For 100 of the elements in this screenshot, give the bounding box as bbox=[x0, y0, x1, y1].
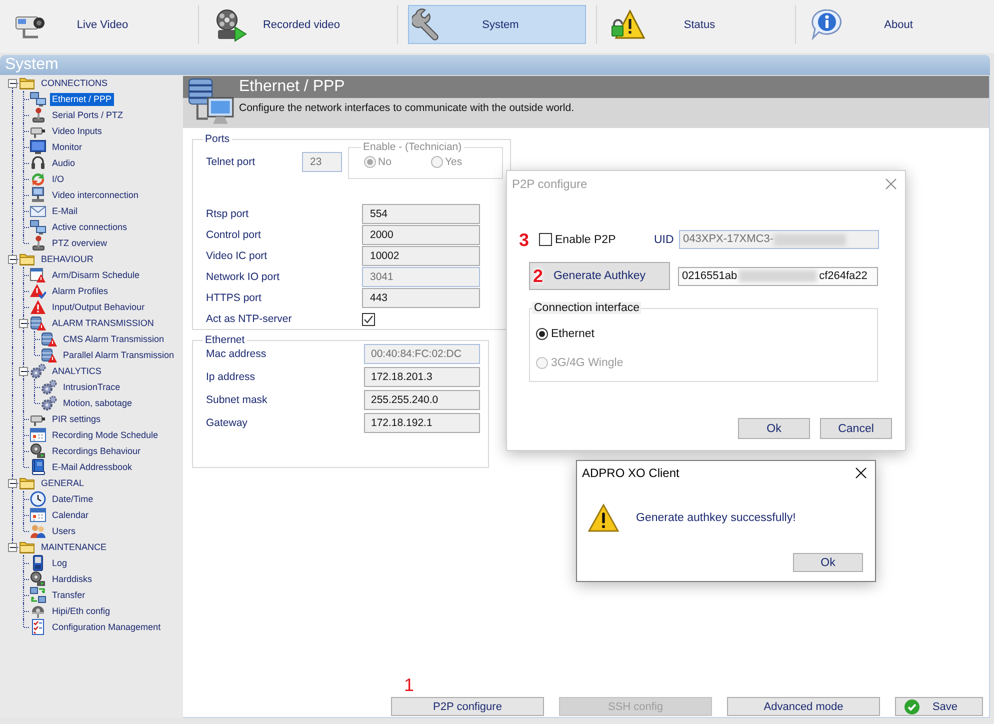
minus-box-icon[interactable] bbox=[8, 79, 17, 88]
sidebar-item[interactable]: I/O bbox=[50, 172, 66, 186]
sidebar-item[interactable]: Video Inputs bbox=[50, 124, 104, 138]
transfer-icon bbox=[30, 587, 46, 603]
sidebar-item[interactable]: Active connections bbox=[50, 220, 130, 234]
authkey-field[interactable]: 0216551ab cf264fa22 bbox=[678, 266, 878, 286]
monitor-icon bbox=[30, 139, 46, 155]
sidebar-group[interactable]: BEHAVIOUR bbox=[39, 252, 96, 266]
minus-box-icon[interactable] bbox=[19, 367, 28, 376]
nav-tab[interactable]: Recorded video bbox=[209, 5, 387, 44]
action-button[interactable]: Advanced mode bbox=[727, 697, 880, 716]
sidebar-item[interactable]: Date/Time bbox=[50, 492, 96, 506]
field-label: Network IO port bbox=[206, 271, 281, 283]
address-field[interactable]: 172.18.201.3 bbox=[364, 367, 480, 387]
dialog-button[interactable]: Cancel bbox=[820, 418, 892, 439]
radio-button[interactable] bbox=[536, 328, 548, 340]
minus-box-icon[interactable] bbox=[8, 479, 17, 488]
database-warning-icon bbox=[41, 347, 57, 363]
sidebar-group[interactable]: CONNECTIONS bbox=[39, 76, 110, 90]
sidebar-item[interactable]: Users bbox=[50, 524, 78, 538]
nav-tab[interactable]: Live Video bbox=[10, 5, 188, 44]
folder-icon bbox=[19, 251, 35, 267]
dialog-button[interactable]: Ok bbox=[793, 553, 863, 572]
minus-box-icon[interactable] bbox=[8, 543, 17, 552]
calendar-warning-icon bbox=[30, 267, 46, 283]
step-number: 1 bbox=[404, 676, 414, 694]
sidebar-item[interactable]: E-Mail Addressbook bbox=[50, 460, 134, 474]
sidebar-item[interactable]: Harddisks bbox=[50, 572, 94, 586]
port-field[interactable]: 443 bbox=[362, 288, 480, 308]
sidebar-item[interactable]: Input/Output Behaviour bbox=[50, 300, 147, 314]
nav-tab[interactable]: Status bbox=[607, 5, 785, 44]
sidebar-item[interactable]: Configuration Management bbox=[50, 620, 163, 634]
dialog-title: ADPRO XO Client bbox=[582, 466, 680, 480]
dialog-title: P2P configure bbox=[512, 177, 588, 191]
field-label: Subnet mask bbox=[206, 394, 268, 406]
sidebar-group[interactable]: MAINTENANCE bbox=[39, 540, 109, 554]
warning-icon bbox=[588, 503, 619, 532]
sidebar-item[interactable]: ANALYTICS bbox=[50, 364, 104, 378]
circular-arrows-icon bbox=[30, 171, 46, 187]
nav-tab[interactable]: About bbox=[806, 5, 984, 44]
sidebar-item[interactable]: PIR settings bbox=[50, 412, 103, 426]
group-legend: Connection interface bbox=[532, 302, 642, 314]
sidebar-item[interactable]: Ethernet / PPP bbox=[50, 92, 114, 106]
port-field[interactable]: 10002 bbox=[362, 246, 480, 266]
sidebar-item[interactable]: Hipi/Eth config bbox=[50, 604, 112, 618]
minus-box-icon[interactable] bbox=[8, 255, 17, 264]
port-field[interactable]: 554 bbox=[362, 204, 480, 224]
checkbox[interactable] bbox=[362, 312, 375, 326]
calendar-icon bbox=[30, 507, 46, 523]
nav-tab[interactable]: System bbox=[408, 5, 586, 44]
address-field[interactable]: 172.18.192.1 bbox=[364, 413, 480, 433]
sidebar-item[interactable]: Alarm Profiles bbox=[50, 284, 110, 298]
field-label: UID bbox=[654, 234, 675, 246]
sidebar-item[interactable]: Log bbox=[50, 556, 70, 570]
check-icon bbox=[904, 698, 920, 714]
sidebar-item[interactable]: E-Mail bbox=[50, 204, 80, 218]
field-label: Telnet port bbox=[206, 156, 256, 168]
sidebar-item[interactable]: Serial Ports / PTZ bbox=[50, 108, 126, 122]
section-title: System bbox=[5, 56, 58, 73]
option-label: 3G/4G Wingle bbox=[551, 357, 624, 369]
address-field[interactable]: 255.255.240.0 bbox=[364, 390, 480, 410]
option-label: Yes bbox=[445, 156, 462, 168]
sidebar-item[interactable]: PTZ overview bbox=[50, 236, 110, 250]
sidebar-item[interactable]: Recordings Behaviour bbox=[50, 444, 143, 458]
step-number: 2 bbox=[533, 267, 544, 285]
field-label: Video IC port bbox=[206, 250, 268, 262]
sidebar-item[interactable]: Monitor bbox=[50, 140, 84, 154]
close-icon[interactable] bbox=[855, 467, 867, 479]
action-button[interactable]: P2P configure bbox=[391, 697, 544, 716]
sidebar-item[interactable]: CMS Alarm Transmission bbox=[61, 332, 166, 346]
folder-icon bbox=[19, 539, 35, 555]
dome-camera-icon bbox=[30, 603, 46, 619]
field-label: Mac address bbox=[206, 348, 268, 360]
field-label: Rtsp port bbox=[206, 208, 250, 220]
sidebar-item[interactable]: Video interconnection bbox=[50, 188, 140, 202]
users-icon bbox=[30, 523, 46, 539]
sidebar-item[interactable]: Audio bbox=[50, 156, 78, 170]
clock-icon bbox=[30, 491, 46, 507]
folder-icon bbox=[19, 475, 35, 491]
port-field[interactable]: 2000 bbox=[362, 225, 480, 245]
film-reel-icon bbox=[30, 571, 46, 587]
envelope-icon bbox=[30, 203, 46, 219]
sidebar-item[interactable]: Recording Mode Schedule bbox=[50, 428, 160, 442]
save-button[interactable]: Save bbox=[895, 697, 983, 716]
sidebar-item[interactable]: Motion, sabotage bbox=[61, 396, 134, 410]
gears-icon bbox=[41, 395, 57, 411]
checkbox[interactable] bbox=[539, 233, 552, 246]
sidebar-item[interactable]: Arm/Disarm Schedule bbox=[50, 268, 142, 282]
sidebar-group[interactable]: GENERAL bbox=[39, 476, 86, 490]
sidebar-item[interactable]: Calendar bbox=[50, 508, 91, 522]
sidebar-item[interactable]: IntrusionTrace bbox=[61, 380, 122, 394]
minus-box-icon[interactable] bbox=[19, 319, 28, 328]
dialog-button[interactable]: Ok bbox=[738, 418, 810, 439]
sidebar-item[interactable]: ALARM TRANSMISSION bbox=[50, 316, 156, 330]
calendar-icon bbox=[30, 427, 46, 443]
headset-icon bbox=[30, 155, 46, 171]
sidebar-item[interactable]: Parallel Alarm Transmission bbox=[61, 348, 176, 362]
option-label: No bbox=[378, 156, 392, 168]
step-number: 3 bbox=[519, 230, 530, 248]
sidebar-item[interactable]: Transfer bbox=[50, 588, 88, 602]
